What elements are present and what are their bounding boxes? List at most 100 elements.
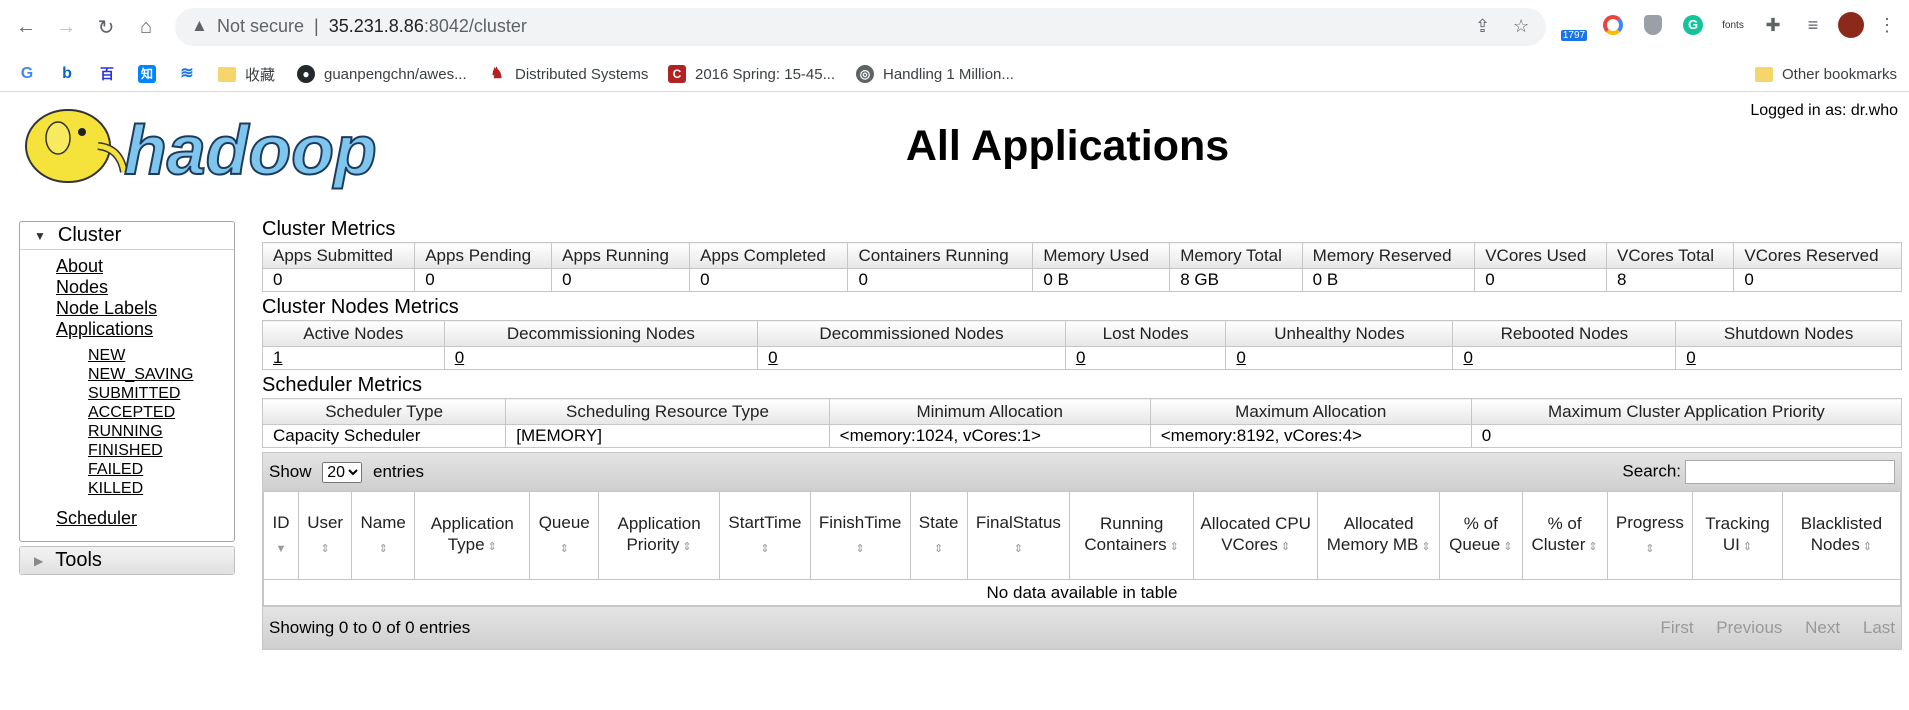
bookmark-5[interactable]: ≋ <box>178 56 205 92</box>
nav-state-submitted[interactable]: SUBMITTED <box>88 384 234 403</box>
address-bar[interactable]: ▲ Not secure | 35.231.8.86:8042/cluster … <box>175 8 1546 46</box>
fonts-ext-icon[interactable]: fonts <box>1720 12 1746 38</box>
column-label: % of Queue <box>1449 514 1501 554</box>
column-of-queue[interactable]: % of Queue ⇕ <box>1439 491 1523 580</box>
bing-bookmark[interactable]: b <box>58 56 85 92</box>
metric-link-decommissioned-nodes[interactable]: 0 <box>768 348 777 367</box>
url-host: 35.231.8.86 <box>328 16 424 36</box>
metric-value-memory-reserved: 0 B <box>1301 268 1476 292</box>
metric-link-rebooted-nodes[interactable]: 0 <box>1463 348 1472 367</box>
metric-link-lost-nodes[interactable]: 0 <box>1076 348 1085 367</box>
sort-icon: ⇕ <box>1500 541 1513 553</box>
nav-state-finished[interactable]: FINISHED <box>88 441 234 460</box>
nav-nodes[interactable]: Nodes <box>56 277 234 298</box>
chrome-ext-icon[interactable] <box>1600 12 1626 38</box>
pager-previous[interactable]: Previous <box>1716 618 1782 637</box>
column-of-cluster[interactable]: % of Cluster ⇕ <box>1521 491 1608 580</box>
column-label: FinishTime <box>818 512 902 532</box>
column-queue[interactable]: Queue ⇕ <box>529 491 599 580</box>
bookmark-label: Distributed Systems <box>515 65 649 83</box>
column-user[interactable]: User ⇕ <box>297 491 353 580</box>
metric-link-decommissioning-nodes[interactable]: 0 <box>455 348 464 367</box>
cluster-header[interactable]: ▼ Cluster <box>20 222 234 249</box>
shield-ext-icon[interactable] <box>1640 12 1666 38</box>
other-bookmarks[interactable]: Other bookmarks <box>1755 56 1897 92</box>
nav-state-new-saving[interactable]: NEW_SAVING <box>88 365 234 384</box>
metric-link-unhealthy-nodes[interactable]: 0 <box>1236 348 1245 367</box>
warning-icon[interactable]: ▲ <box>191 16 208 36</box>
baidu-bookmark[interactable]: 百 <box>98 56 125 92</box>
metric-cell: 1 <box>262 346 445 370</box>
entries-select[interactable]: 20 <box>322 461 363 483</box>
forward-icon[interactable]: → <box>52 13 80 41</box>
bookmark-spring[interactable]: C 2016 Spring: 15-45... <box>668 56 835 92</box>
column-state[interactable]: State ⇕ <box>909 491 968 580</box>
column-header-vcores-used: VCores Used <box>1474 242 1608 269</box>
column-header-memory-total: Memory Total <box>1169 242 1303 269</box>
tools-header[interactable]: ▶ Tools <box>20 547 234 574</box>
zhihu-bookmark[interactable]: 知 <box>138 56 165 92</box>
home-icon[interactable]: ⌂ <box>132 13 160 41</box>
column-progress[interactable]: Progress ⇕ <box>1606 491 1694 580</box>
nav-state-new[interactable]: NEW <box>88 346 234 365</box>
column-allocated-cpu-vcores[interactable]: Allocated CPU VCores ⇕ <box>1193 491 1319 580</box>
nav-scheduler[interactable]: Scheduler <box>56 508 234 529</box>
nav-state-running[interactable]: RUNNING <box>88 422 234 441</box>
star-icon[interactable]: ☆ <box>1513 16 1529 37</box>
nav-applications[interactable]: Applications <box>56 319 234 340</box>
column-header-apps-completed: Apps Completed <box>689 242 849 269</box>
length-control: Show 20 entries <box>269 461 424 483</box>
column-blacklisted-nodes[interactable]: Blacklisted Nodes ⇕ <box>1781 491 1902 580</box>
metric-value-apps-running: 0 <box>551 268 691 292</box>
node-metrics-table: Active Nodes Decommissioning Nodes Decommi… <box>262 320 1902 370</box>
nav-state-killed[interactable]: KILLED <box>88 479 234 498</box>
pager-next[interactable]: Next <box>1805 618 1840 637</box>
bing-icon: b <box>62 65 72 82</box>
nav-about[interactable]: About <box>56 256 234 277</box>
bookmark-folder[interactable]: 收藏 <box>218 56 275 92</box>
metric-link-active-nodes[interactable]: 1 <box>273 348 282 367</box>
search-control: Search: <box>1622 460 1895 484</box>
puzzle-icon[interactable]: ✚ <box>1760 12 1786 38</box>
column-application-priority[interactable]: Application Priority ⇕ <box>597 491 721 580</box>
menu-icon[interactable]: ⋮ <box>1874 12 1900 38</box>
metric-link-shutdown-nodes[interactable]: 0 <box>1686 348 1695 367</box>
google-bookmark[interactable]: G <box>18 56 45 92</box>
column-label: % of Cluster <box>1531 514 1586 554</box>
column-id[interactable]: ID ▼ <box>263 491 299 580</box>
back-icon[interactable]: ← <box>12 13 40 41</box>
bookmark-handling[interactable]: ◎ Handling 1 Million... <box>856 56 1014 92</box>
nav-state-accepted[interactable]: ACCEPTED <box>88 403 234 422</box>
column-running-containers[interactable]: Running Containers ⇕ <box>1069 491 1195 580</box>
metric-value-apps-pending: 0 <box>414 268 553 292</box>
grammarly-icon[interactable]: G <box>1680 12 1706 38</box>
column-finalstatus[interactable]: FinalStatus ⇕ <box>966 491 1071 580</box>
sort-icon: ⇕ <box>934 542 944 555</box>
column-header-minimum-allocation: Minimum Allocation <box>828 398 1151 425</box>
pager-last[interactable]: Last <box>1863 618 1895 637</box>
extension-badge: 1797 <box>1560 30 1588 41</box>
column-header-unhealthy-nodes: Unhealthy Nodes <box>1225 320 1454 347</box>
sort-icon: ⇕ <box>855 542 865 555</box>
reload-icon[interactable]: ↻ <box>92 13 120 41</box>
bookmark-github[interactable]: ● guanpengchn/awes... <box>297 56 467 92</box>
column-name[interactable]: Name ⇕ <box>351 491 416 580</box>
column-application-type[interactable]: Application Type ⇕ <box>414 491 531 580</box>
column-starttime[interactable]: StartTime ⇕ <box>719 491 811 580</box>
search-input[interactable] <box>1685 460 1895 484</box>
nav-node-labels[interactable]: Node Labels <box>56 298 234 319</box>
column-allocated-memory-mb[interactable]: Allocated Memory MB ⇕ <box>1317 491 1441 580</box>
table-info: Showing 0 to 0 of 0 entries <box>269 618 471 637</box>
extension-counter-icon[interactable]: 1797 <box>1558 12 1590 41</box>
share-icon[interactable]: ⇪ <box>1475 16 1490 37</box>
pager-first[interactable]: First <box>1661 618 1694 637</box>
column-header-containers-running: Containers Running <box>847 242 1034 269</box>
column-tracking-ui[interactable]: Tracking UI ⇕ <box>1692 491 1783 580</box>
media-icon[interactable]: ≡ <box>1800 12 1826 38</box>
metric-cell: 0 <box>443 346 759 370</box>
bookmark-distributed[interactable]: ♞ Distributed Systems <box>488 56 648 92</box>
nav-state-failed[interactable]: FAILED <box>88 460 234 479</box>
applications-table: ID ▼ User ⇕ Name ⇕ Application Type ⇕ Queue … <box>263 491 1902 606</box>
avatar[interactable] <box>1838 12 1864 38</box>
column-finishtime[interactable]: FinishTime ⇕ <box>809 491 911 580</box>
